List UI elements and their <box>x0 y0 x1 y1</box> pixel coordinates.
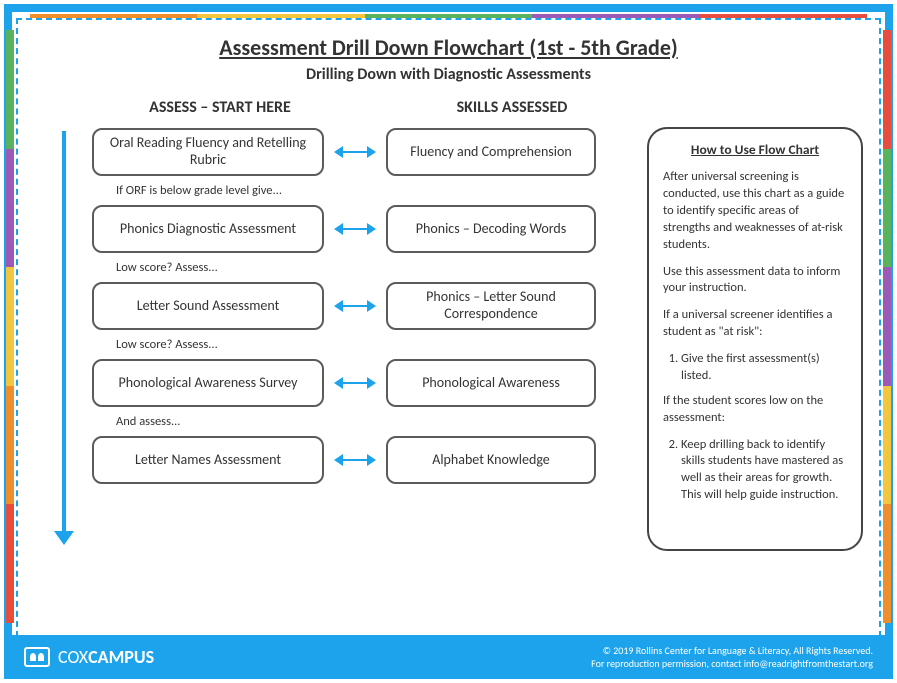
double-arrow-icon <box>334 144 376 160</box>
info-text: If the student scores low on the assessm… <box>663 393 847 427</box>
arrow-down-icon <box>62 131 66 533</box>
brand-suffix: CAMPUS <box>88 646 154 668</box>
flow-row: Phonics Diagnostic Assessment Phonics – … <box>92 202 632 256</box>
inter-text: Low score? Assess... <box>116 260 632 275</box>
flow-row: Oral Reading Fluency and Retelling Rubri… <box>92 125 632 179</box>
colour-strip-right <box>883 30 891 623</box>
skill-box: Alphabet Knowledge <box>386 436 596 484</box>
info-list-item: Keep drilling back to identify skills st… <box>681 437 847 505</box>
double-arrow-icon <box>334 375 376 391</box>
footer-bar: COXCAMPUS © 2019 Rollins Center for Lang… <box>4 635 893 679</box>
book-icon <box>24 647 50 667</box>
column-headers: ASSESS – START HERE SKILLS ASSESSED <box>34 98 863 117</box>
skill-box: Phonics – Decoding Words <box>386 205 596 253</box>
inter-text: Low score? Assess... <box>116 337 632 352</box>
info-text: After universal screening is conducted, … <box>663 169 847 253</box>
flow-row: Phonological Awareness Survey Phonologic… <box>92 356 632 410</box>
skill-box: Fluency and Comprehension <box>386 128 596 176</box>
flow-rows: Oral Reading Fluency and Retelling Rubri… <box>92 125 632 491</box>
brand-prefix: COX <box>58 646 88 668</box>
footer-right: © 2019 Rollins Center for Language & Lit… <box>591 644 873 670</box>
page-subtitle: Drilling Down with Diagnostic Assessment… <box>34 65 863 84</box>
info-list-item: Give the first assessment(s) listed. <box>681 351 847 385</box>
skill-box: Phonological Awareness <box>386 359 596 407</box>
flow-area: Oral Reading Fluency and Retelling Rubri… <box>34 125 863 555</box>
assess-box: Oral Reading Fluency and Retelling Rubri… <box>92 128 324 176</box>
assess-box: Phonics Diagnostic Assessment <box>92 205 324 253</box>
double-arrow-icon <box>334 298 376 314</box>
header-assess: ASSESS – START HERE <box>86 98 354 117</box>
content-area: Assessment Drill Down Flowchart (1st - 5… <box>24 26 873 631</box>
assess-box: Phonological Awareness Survey <box>92 359 324 407</box>
header-skills: SKILLS ASSESSED <box>402 98 622 117</box>
copyright-text: © 2019 Rollins Center for Language & Lit… <box>591 644 873 657</box>
double-arrow-icon <box>334 452 376 468</box>
assess-box: Letter Names Assessment <box>92 436 324 484</box>
skill-box: Phonics – Letter Sound Correspondence <box>386 282 596 330</box>
flow-row: Letter Sound Assessment Phonics – Letter… <box>92 279 632 333</box>
assess-box: Letter Sound Assessment <box>92 282 324 330</box>
brand-text: COXCAMPUS <box>58 646 154 668</box>
info-text: If a universal screener identifies a stu… <box>663 307 847 341</box>
inter-text: And assess... <box>116 414 632 429</box>
inter-text: If ORF is below grade level give... <box>116 183 632 198</box>
contact-text: For reproduction permission, contact inf… <box>591 657 873 670</box>
page-title: Assessment Drill Down Flowchart (1st - 5… <box>34 34 863 61</box>
footer-logo: COXCAMPUS <box>24 646 154 668</box>
double-arrow-icon <box>334 221 376 237</box>
info-title: How to Use Flow Chart <box>663 141 847 159</box>
info-panel: How to Use Flow Chart After universal sc… <box>647 127 863 551</box>
flow-row: Letter Names Assessment Alphabet Knowled… <box>92 433 632 487</box>
colour-strip-left <box>6 30 14 623</box>
info-text: Use this assessment data to inform your … <box>663 264 847 298</box>
